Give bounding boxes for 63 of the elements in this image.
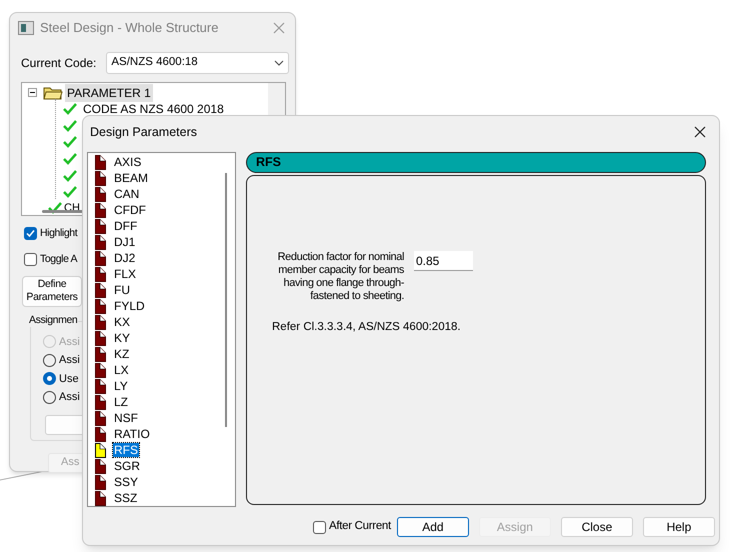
code-dropdown[interactable]: AS/NZS 4600:18 — [106, 52, 290, 74]
dialog-button[interactable]: Help — [642, 517, 715, 537]
list-item[interactable]: KY — [113, 331, 132, 345]
radio-label: Assi — [59, 390, 80, 405]
radio-label: Use — [59, 372, 79, 386]
checkbox[interactable] — [313, 520, 326, 534]
scrollbar[interactable] — [225, 173, 227, 427]
reference-text: Refer Cl.3.3.3.4, AS/NZS 4600:2018. — [272, 320, 462, 335]
check-icon — [63, 170, 77, 182]
checkbox[interactable] — [24, 227, 37, 240]
collapse-toggle[interactable] — [28, 88, 37, 97]
check-icon — [63, 136, 77, 148]
radio-button[interactable] — [43, 390, 56, 404]
radio-label: Assi — [59, 353, 80, 368]
list-item[interactable]: DJ1 — [113, 235, 136, 249]
chevron-down-icon — [274, 60, 284, 66]
field-label: Current Code: — [21, 55, 96, 72]
checkbox[interactable] — [24, 253, 37, 266]
dialog-button[interactable]: Add — [396, 517, 469, 537]
checkbox-label: Toggle A — [40, 252, 78, 267]
window-icon — [18, 21, 34, 35]
list-item[interactable]: LZ — [113, 395, 130, 409]
list-item[interactable]: CFDF — [113, 203, 147, 217]
check-icon — [63, 103, 77, 116]
window-title: Design Parameters — [90, 124, 197, 141]
list-item[interactable]: KX — [113, 315, 132, 329]
radio-button[interactable] — [43, 354, 56, 367]
checkbox-label: After Current — [329, 519, 391, 534]
list-item[interactable]: SSZ — [113, 491, 138, 505]
folder-icon — [43, 85, 63, 100]
list-item[interactable]: LX — [113, 363, 130, 377]
list-item[interactable]: AXIS — [113, 155, 142, 169]
list-item[interactable]: DJ2 — [113, 251, 136, 265]
check-icon — [63, 153, 77, 166]
list-item[interactable]: KZ — [113, 347, 130, 361]
list-item[interactable]: SGR — [113, 459, 142, 473]
radio-button[interactable] — [43, 372, 56, 386]
tree-item[interactable]: PARAMETER 1 — [65, 84, 153, 102]
dialog-button[interactable]: Close — [560, 517, 633, 537]
checkbox-label: Highlight — [40, 226, 78, 241]
list-item[interactable]: FU — [113, 283, 131, 297]
list-item[interactable]: DFF — [113, 219, 138, 233]
list-item[interactable]: NSF — [113, 411, 139, 425]
section-header: RFS — [246, 152, 706, 173]
list-item[interactable]: LY — [113, 379, 129, 393]
group-title: Assignmen — [28, 312, 78, 326]
check-icon — [48, 202, 62, 214]
list-item[interactable]: RFS — [113, 443, 139, 457]
define-parameters-button[interactable]: Define Parameters — [22, 276, 82, 306]
value-field[interactable]: 0.85 — [414, 251, 473, 271]
check-icon — [63, 186, 77, 198]
close-icon[interactable] — [694, 126, 706, 138]
list-item[interactable]: FYLD — [113, 299, 146, 313]
field-label: Reduction factor for nominal member capacity for beams having one flange through-fastened to sheeting. — [276, 251, 404, 303]
radio-label: Assi — [59, 334, 80, 350]
check-icon — [63, 120, 77, 132]
list-item[interactable]: CAN — [113, 187, 140, 201]
list-item[interactable]: BEAM — [113, 171, 150, 185]
window-title: Steel Design - Whole Structure — [40, 19, 218, 38]
list-item[interactable]: SSY — [113, 475, 140, 489]
list-item[interactable]: RATIO — [113, 427, 151, 441]
list-item[interactable]: FLX — [113, 267, 138, 281]
tree-item[interactable]: CODE AS NZS 4600 2018 — [83, 100, 224, 118]
